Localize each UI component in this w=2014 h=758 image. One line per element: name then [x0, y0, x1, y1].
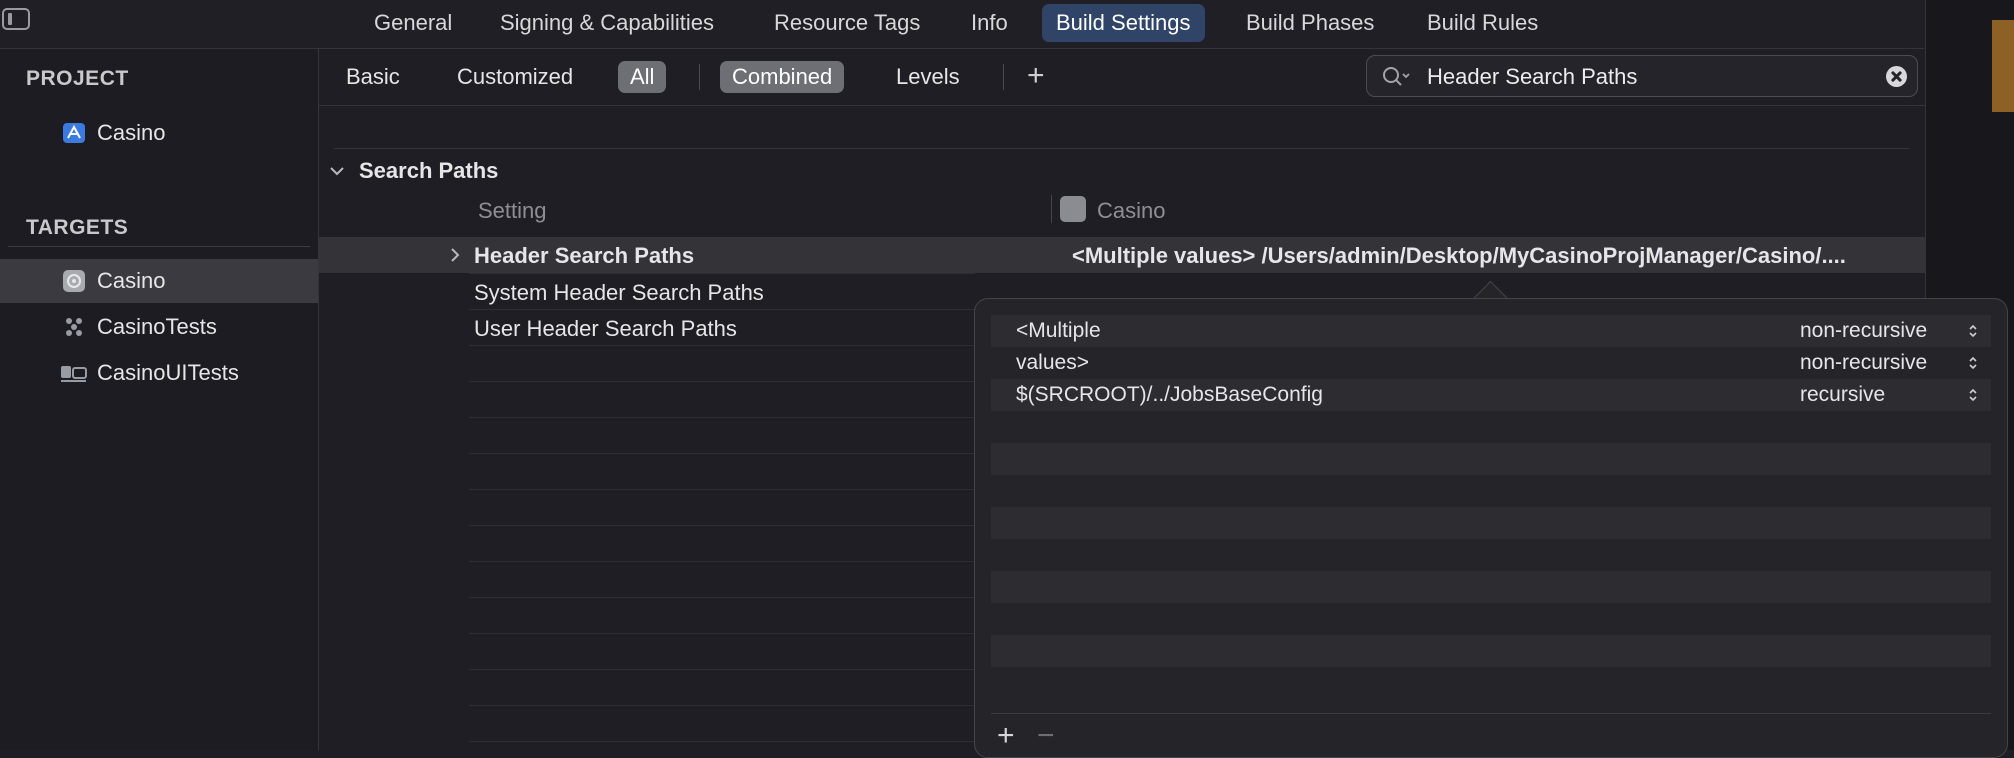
setting-value[interactable]: <Multiple values> /Users/admin/Desktop/M…: [1072, 243, 1907, 269]
build-settings-filter-bar: Basic Customized All Combined Levels +: [319, 49, 1925, 106]
setting-name: User Header Search Paths: [474, 316, 737, 341]
recursion-mode[interactable]: non-recursive: [1800, 319, 1927, 343]
setting-name: System Header Search Paths: [474, 280, 764, 305]
xcode-project-icon: [63, 123, 85, 143]
row-divider: [469, 561, 975, 562]
tab-build-settings[interactable]: Build Settings: [1042, 4, 1205, 42]
filter-basic[interactable]: Basic: [334, 61, 412, 93]
add-path-button[interactable]: +: [997, 719, 1015, 753]
remove-path-button[interactable]: −: [1037, 719, 1055, 753]
filter-separator: [1003, 64, 1004, 90]
tab-build-phases[interactable]: Build Phases: [1232, 4, 1388, 42]
setting-name: Header Search Paths: [474, 243, 695, 268]
empty-row: [991, 571, 1991, 603]
test-target-icon: [66, 318, 82, 336]
row-divider: [469, 489, 975, 490]
filter-all[interactable]: All: [618, 61, 667, 93]
column-header-setting: Setting: [478, 198, 547, 223]
filter-levels[interactable]: Levels: [884, 61, 972, 93]
section-title[interactable]: Search Paths: [359, 158, 498, 184]
targets-section-title: TARGETS: [26, 216, 129, 239]
search-icon: [1383, 67, 1410, 86]
row-divider: [469, 417, 975, 418]
project-section-title: PROJECT: [26, 67, 129, 90]
row-divider: [469, 309, 975, 310]
recursion-mode[interactable]: recursive: [1800, 383, 1885, 407]
row-divider: [469, 273, 975, 274]
popup-stepper-icon[interactable]: [1968, 354, 1978, 372]
tab-general[interactable]: General: [360, 4, 466, 42]
sidebar-divider: [8, 246, 310, 247]
empty-row: [991, 635, 1991, 667]
empty-row: [991, 443, 1991, 475]
popup-stepper-icon[interactable]: [1968, 322, 1978, 340]
minimap-thumbnail[interactable]: [1992, 20, 2014, 112]
empty-row: [991, 667, 1991, 699]
path-row[interactable]: <Multiple non-recursive: [991, 315, 1991, 347]
path-row[interactable]: $(SRCROOT)/../JobsBaseConfig recursive: [991, 379, 1991, 411]
empty-row: [991, 411, 1991, 443]
column-divider: [1051, 195, 1052, 223]
row-divider: [469, 669, 975, 670]
path-value[interactable]: $(SRCROOT)/../JobsBaseConfig: [1016, 383, 1323, 407]
sidebar-item-label: Casino: [97, 268, 166, 293]
sidebar-item-label: CasinoTests: [97, 314, 217, 339]
row-divider: [469, 381, 975, 382]
empty-row: [991, 507, 1991, 539]
filter-customized[interactable]: Customized: [445, 61, 585, 93]
app-target-icon: [1060, 196, 1086, 222]
search-field[interactable]: [1366, 55, 1918, 98]
column-header-target: Casino: [1097, 198, 1166, 223]
filter-separator: [699, 64, 700, 90]
popover-footer-divider: [991, 713, 1991, 714]
setting-row-header-search-paths[interactable]: Header Search Paths <Multiple values> /U…: [319, 237, 1925, 273]
search-paths-popover: <Multiple non-recursive values> non-recu…: [974, 298, 2008, 758]
add-build-setting-button[interactable]: +: [1027, 58, 1045, 94]
search-input[interactable]: [1425, 56, 1869, 98]
tab-info[interactable]: Info: [957, 4, 1022, 42]
row-divider: [469, 597, 975, 598]
row-divider: [469, 453, 975, 454]
row-divider: [469, 633, 975, 634]
filter-combined[interactable]: Combined: [720, 61, 845, 93]
tab-resource-tags[interactable]: Resource Tags: [760, 4, 934, 42]
row-divider: [469, 345, 975, 346]
row-divider: [469, 525, 975, 526]
ui-test-target-icon: [61, 366, 87, 382]
sidebar-item-target-casinouitests[interactable]: CasinoUITests: [0, 351, 318, 395]
row-divider: [469, 705, 975, 706]
sidebar-item-label: Casino: [97, 120, 166, 145]
sidebar-item-project-casino[interactable]: Casino: [0, 111, 318, 155]
content-separator: [334, 148, 1909, 149]
chevron-down-icon[interactable]: [330, 164, 344, 178]
sidebar-item-target-casino[interactable]: Casino: [0, 259, 318, 303]
popup-stepper-icon[interactable]: [1968, 386, 1978, 404]
clear-search-icon[interactable]: [1886, 66, 1907, 87]
sidebar-item-label: CasinoUITests: [97, 360, 239, 385]
recursion-mode[interactable]: non-recursive: [1800, 351, 1927, 375]
empty-row: [991, 539, 1991, 571]
tab-signing-capabilities[interactable]: Signing & Capabilities: [486, 4, 728, 42]
path-value[interactable]: <Multiple: [1016, 319, 1101, 343]
project-navigator: PROJECT Casino TARGETS Casino CasinoTest…: [0, 49, 319, 750]
empty-row: [991, 603, 1991, 635]
empty-row: [991, 475, 1991, 507]
row-divider: [469, 741, 975, 742]
sidebar-item-target-casinotests[interactable]: CasinoTests: [0, 305, 318, 349]
sidebar-toggle-icon[interactable]: [2, 8, 30, 30]
app-target-icon: [63, 270, 85, 292]
tab-build-rules[interactable]: Build Rules: [1413, 4, 1552, 42]
editor-tab-bar: General Signing & Capabilities Resource …: [0, 0, 1924, 49]
path-row[interactable]: values> non-recursive: [991, 347, 1991, 379]
path-value[interactable]: values>: [1016, 351, 1089, 375]
chevron-right-icon[interactable]: [449, 247, 461, 263]
